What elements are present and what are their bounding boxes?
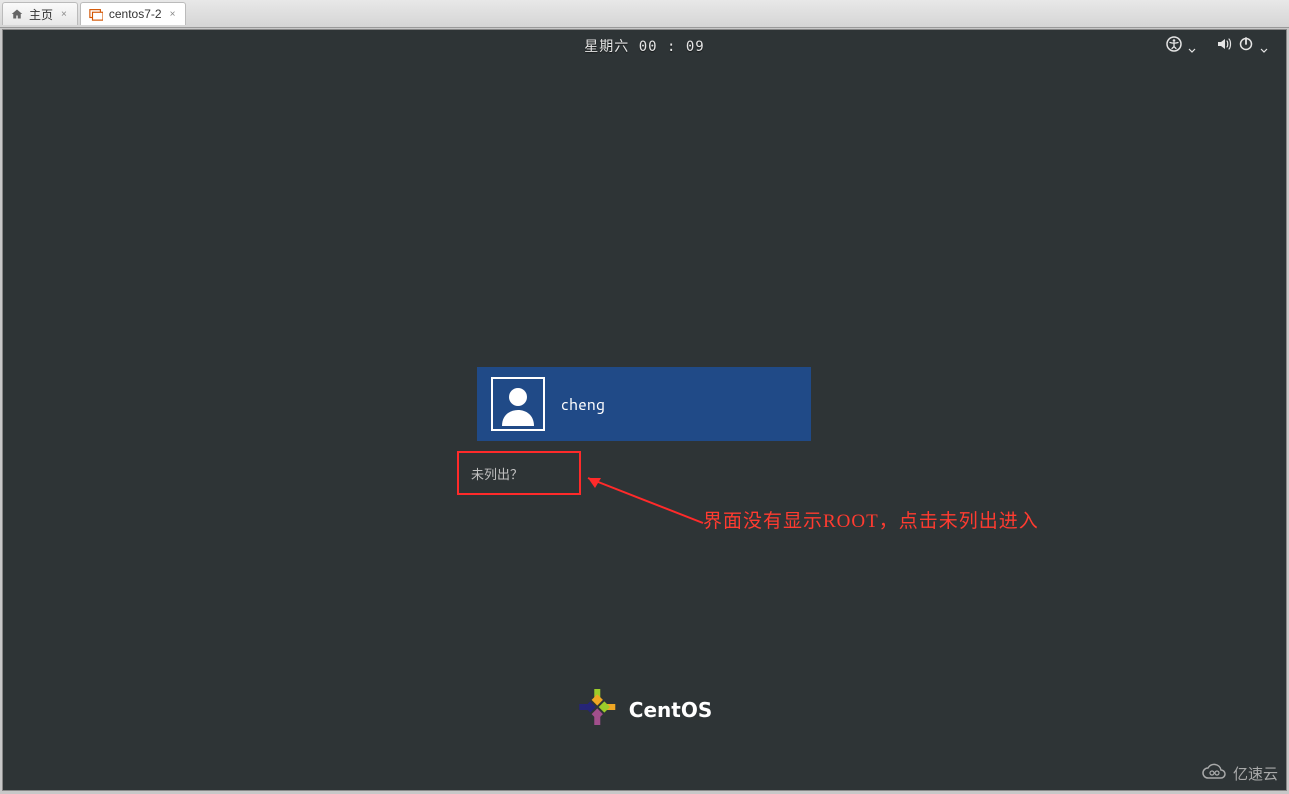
cloud-icon xyxy=(1201,762,1227,784)
accessibility-icon xyxy=(1166,36,1182,57)
avatar-icon xyxy=(491,377,545,431)
centos-branding: CentOS xyxy=(577,687,712,732)
chevron-down-icon xyxy=(1188,42,1196,50)
tab-bar: 主页 × centos7-2 × xyxy=(0,0,1289,28)
status-tray xyxy=(1166,36,1268,57)
close-icon[interactable]: × xyxy=(168,9,178,20)
close-icon[interactable]: × xyxy=(59,9,69,20)
tab-home[interactable]: 主页 × xyxy=(2,2,78,25)
tab-home-label: 主页 xyxy=(29,6,53,23)
clock[interactable]: 星期六 00 : 09 xyxy=(584,36,704,56)
user-login-card[interactable]: cheng xyxy=(477,367,811,441)
home-icon xyxy=(11,8,23,20)
centos-text: CentOS xyxy=(629,698,712,722)
watermark-text: 亿速云 xyxy=(1233,763,1278,784)
username-label: cheng xyxy=(561,393,605,416)
tab-vm-label: centos7-2 xyxy=(109,7,162,21)
system-menu[interactable] xyxy=(1216,36,1268,57)
vm-icon xyxy=(89,7,103,21)
annotation-arrow xyxy=(573,468,713,538)
centos-logo-icon xyxy=(577,687,617,732)
not-listed-label: 未列出？ xyxy=(471,464,523,483)
annotation-text: 界面没有显示ROOT，点击未列出进入 xyxy=(703,506,1039,533)
gnome-topbar: 星期六 00 : 09 xyxy=(3,30,1286,62)
not-listed-button[interactable]: 未列出？ xyxy=(457,451,581,495)
tab-vm[interactable]: centos7-2 × xyxy=(80,2,187,25)
accessibility-menu[interactable] xyxy=(1166,36,1196,57)
power-icon xyxy=(1238,36,1254,57)
chevron-down-icon xyxy=(1260,42,1268,50)
watermark: 亿速云 xyxy=(1201,762,1278,784)
sound-icon xyxy=(1216,36,1232,57)
vm-console: 星期六 00 : 09 xyxy=(2,29,1287,791)
